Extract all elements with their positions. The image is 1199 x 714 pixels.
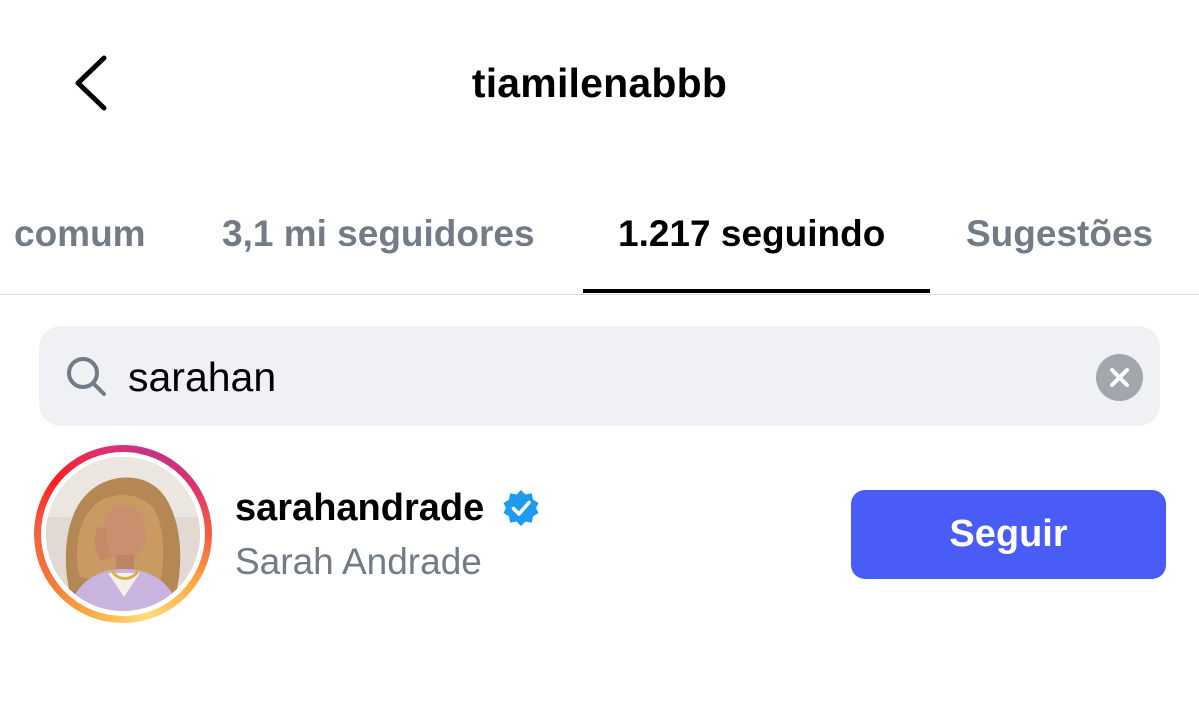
follow-button[interactable]: Seguir — [851, 490, 1166, 579]
username: sarahandrade — [235, 487, 485, 529]
clear-search-button[interactable] — [1096, 354, 1143, 401]
tab-suggestions[interactable]: Sugestões — [966, 210, 1153, 258]
search-input[interactable] — [128, 350, 1028, 404]
verified-badge-icon — [503, 490, 539, 526]
tabs-divider — [0, 294, 1199, 295]
search-icon — [67, 357, 106, 396]
tab-following[interactable]: 1.217 seguindo — [618, 210, 885, 258]
active-tab-indicator — [583, 289, 930, 293]
avatar[interactable] — [46, 457, 200, 611]
full-name: Sarah Andrade — [235, 541, 482, 582]
avatar-photo — [46, 457, 200, 611]
tab-mutual[interactable]: comum — [14, 210, 146, 258]
clear-icon — [1110, 368, 1129, 387]
page-title: tiamilenabbb — [471, 60, 728, 106]
tab-followers[interactable]: 3,1 mi seguidores — [222, 210, 535, 258]
tab-bar: comum 3,1 mi seguidores 1.217 seguindo S… — [0, 200, 1199, 295]
